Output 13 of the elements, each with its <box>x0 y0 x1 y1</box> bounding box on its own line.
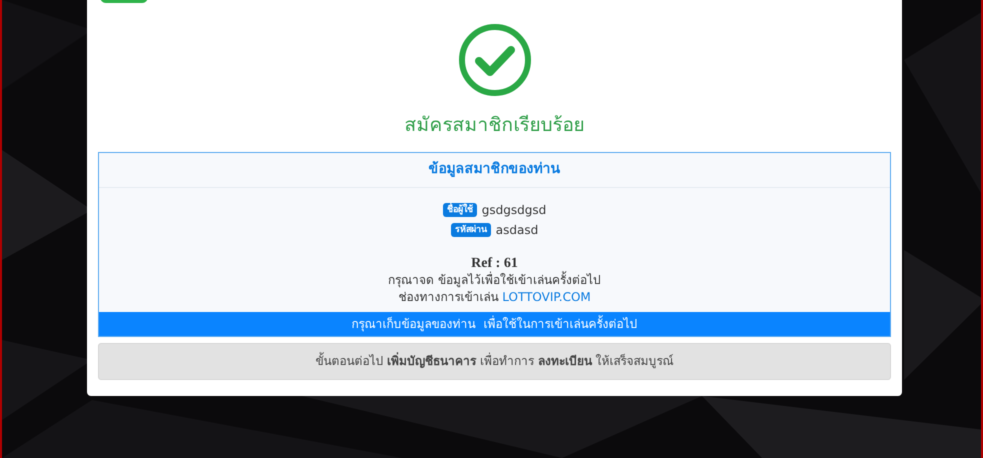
field-value: gsdgsdgsd <box>482 202 546 218</box>
field-value: asdasd <box>496 222 538 238</box>
field-badge: ชื่อผู้ใช้ <box>442 202 477 216</box>
note-text: กรุณาจด ข้อมูลไว้เพื่อใช้เข้าเล่นครั้งต่อไป <box>388 272 601 288</box>
success-title: สมัครสมาชิกเรียบร้อย <box>404 113 584 138</box>
check-circle-icon <box>458 23 532 97</box>
panel-heading: ข้อมูลสมาชิกของท่าน <box>428 160 560 179</box>
next-step-notice: ขั้นตอนต่อไป เพิ่มบัญชีธนาคาร เพื่อทำการ ลงทะเบียน ให้เสร็จสมบูรณ์ <box>98 342 891 380</box>
info-banner: กรุณาเก็บข้อมูลของท่าน เพื่อใช้ในการเข้าเล่นครั้งต่อไป <box>99 312 890 336</box>
channel-label: ช่องทางการเข้าเล่น <box>398 288 498 306</box>
field-badge: รหัสผ่าน <box>450 222 491 236</box>
site-link[interactable]: LOTTOVIP.COM <box>502 288 591 306</box>
ref-number: Ref : 61 <box>471 254 518 271</box>
